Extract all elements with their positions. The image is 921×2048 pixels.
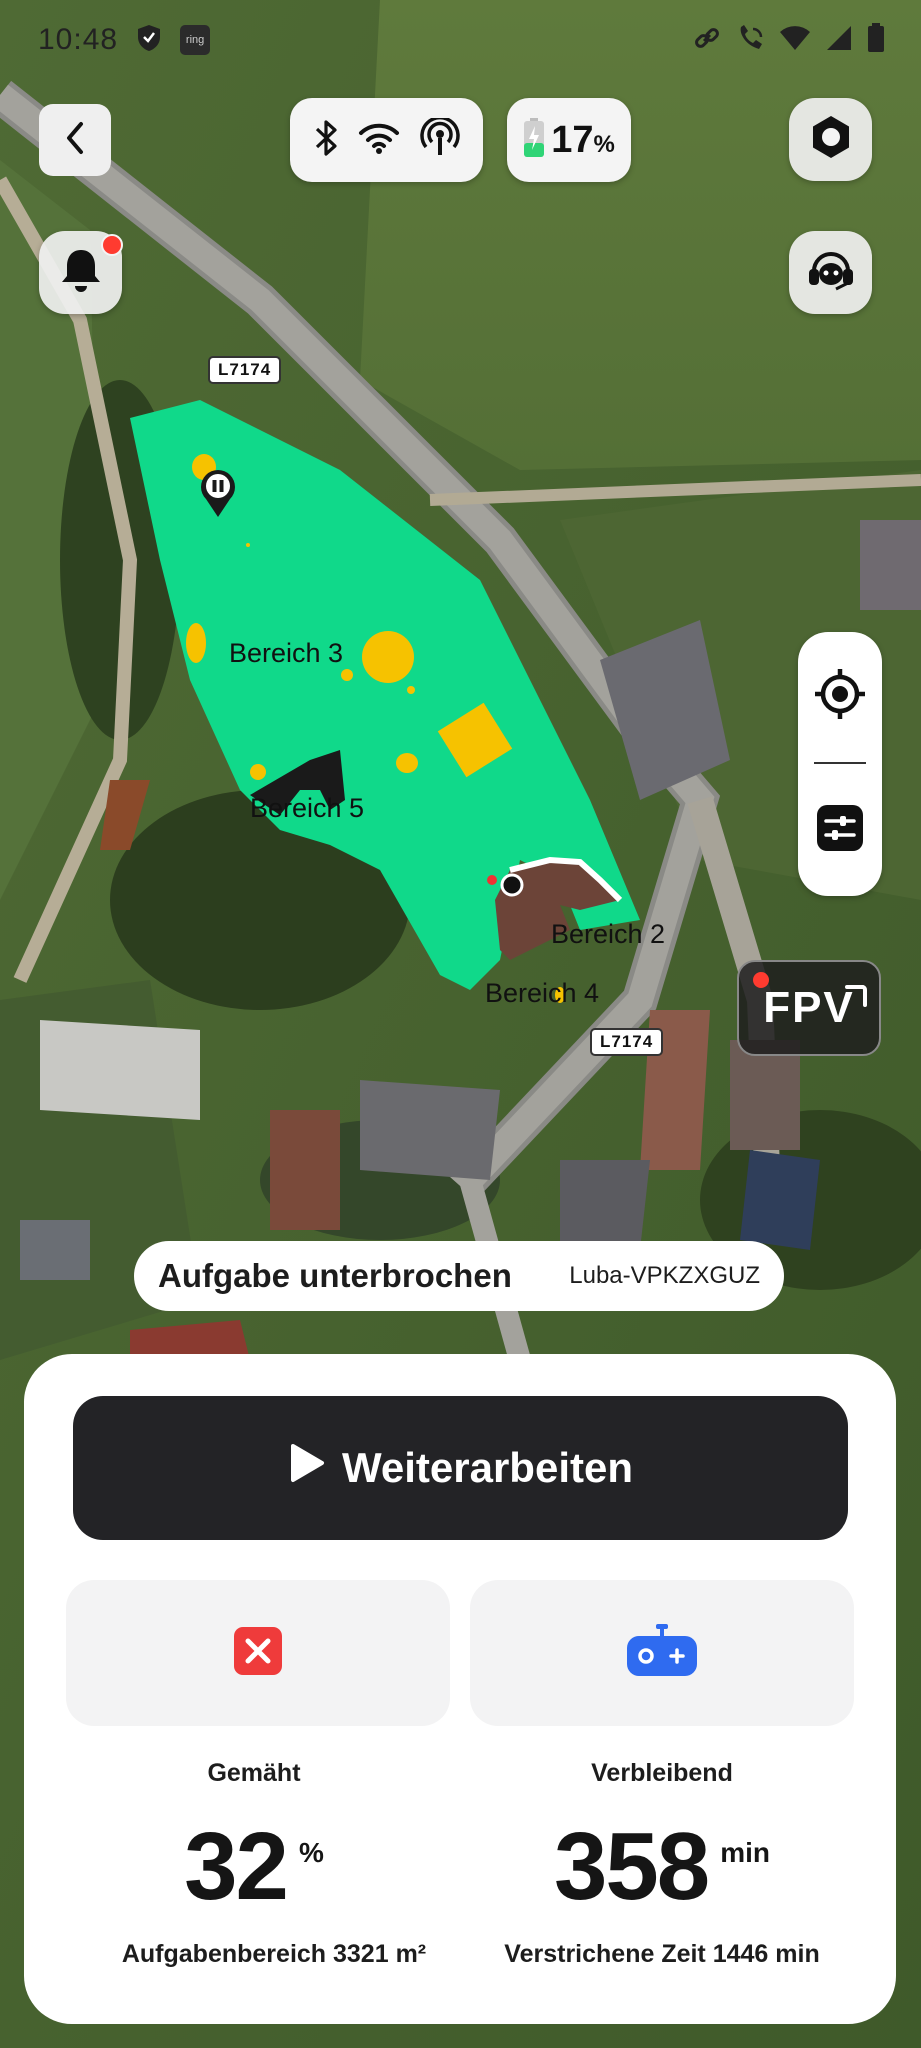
- zone-label-bereich-5[interactable]: Bereich 5: [250, 793, 364, 824]
- task-status-pill: Aufgabe unterbrochen Luba-VPKZXGUZ: [134, 1241, 784, 1311]
- connectivity-pill[interactable]: [290, 98, 483, 182]
- status-bar: 10:48 ring: [0, 0, 921, 80]
- task-sheet: Weiterarbeiten Gemäht 32 % Aufgabenberei…: [24, 1354, 896, 2024]
- bell-icon: [59, 246, 103, 299]
- notification-dot: [101, 234, 123, 256]
- clock: 10:48: [38, 23, 119, 56]
- crosshair-icon: [814, 669, 866, 724]
- gamepad-icon: [625, 1622, 699, 1685]
- device-name: Luba-VPKZXGUZ: [569, 1262, 760, 1289]
- live-dot: [753, 972, 769, 988]
- sliders-icon: [816, 805, 864, 856]
- road-label: L7174: [590, 1028, 664, 1056]
- support-button[interactable]: [789, 231, 872, 314]
- device-settings-button[interactable]: [789, 98, 872, 181]
- ring-app-icon: ring: [180, 25, 211, 55]
- battery-percentage: 17: [551, 118, 594, 161]
- battery-icon: [867, 22, 885, 58]
- zone-label-bereich-3[interactable]: Bereich 3: [229, 638, 343, 669]
- remaining-unit: min: [720, 1837, 770, 1868]
- cancel-icon: [233, 1626, 283, 1681]
- map-settings-button[interactable]: [816, 804, 864, 852]
- remaining-label: Verbleibend: [591, 1759, 733, 1787]
- zone-label-bereich-4[interactable]: Bereich 4: [485, 978, 599, 1009]
- mowed-unit: %: [298, 1837, 324, 1868]
- mowed-value: 32: [184, 1813, 289, 1920]
- chevron-left-icon: [63, 120, 87, 161]
- mowed-label: Gemäht: [207, 1759, 301, 1787]
- fpv-label: FPV: [763, 983, 855, 1032]
- map-tools: [798, 632, 882, 896]
- shield-icon: [136, 24, 162, 57]
- road-label: L7174: [208, 356, 282, 384]
- mowed-stat: 32 %: [54, 1819, 454, 1915]
- play-icon: [288, 1442, 326, 1494]
- wifi-icon: [358, 122, 400, 159]
- fpv-button[interactable]: FPV: [737, 960, 881, 1056]
- divider: [814, 762, 866, 764]
- resume-button[interactable]: Weiterarbeiten: [73, 1396, 848, 1540]
- cancel-task-button[interactable]: [66, 1580, 450, 1726]
- signal-icon: [825, 24, 853, 57]
- hexagon-settings-icon: [808, 114, 854, 165]
- link-icon: [693, 24, 721, 57]
- back-button[interactable]: [39, 104, 111, 176]
- wifi-icon: [779, 25, 811, 56]
- charging-battery-icon: [523, 117, 545, 163]
- notifications-button[interactable]: [39, 231, 123, 314]
- locate-button[interactable]: [814, 668, 866, 720]
- call-wifi-icon: [735, 23, 765, 58]
- ring-app-label: ring: [185, 34, 205, 46]
- zone-label-bereich-2[interactable]: Bereich 2: [551, 919, 665, 950]
- elapsed-time: Verstrichene Zeit 1446 min: [504, 1940, 820, 1968]
- task-area: Aufgabenbereich 3321 m²: [121, 1940, 427, 1968]
- remaining-value: 358: [554, 1813, 710, 1920]
- remaining-stat: 358 min: [470, 1819, 854, 1915]
- battery-pill[interactable]: 17%: [507, 98, 631, 182]
- headset-icon: [806, 247, 856, 298]
- manual-control-button[interactable]: [470, 1580, 854, 1726]
- bluetooth-icon: [314, 119, 338, 162]
- resume-button-label: Weiterarbeiten: [342, 1444, 633, 1491]
- paused-pin-icon[interactable]: [199, 467, 237, 519]
- expand-corner-icon: [843, 970, 869, 1020]
- task-status-text: Aufgabe unterbrochen: [158, 1257, 512, 1294]
- rtk-antenna-icon: [419, 115, 460, 163]
- battery-unit: %: [593, 130, 615, 158]
